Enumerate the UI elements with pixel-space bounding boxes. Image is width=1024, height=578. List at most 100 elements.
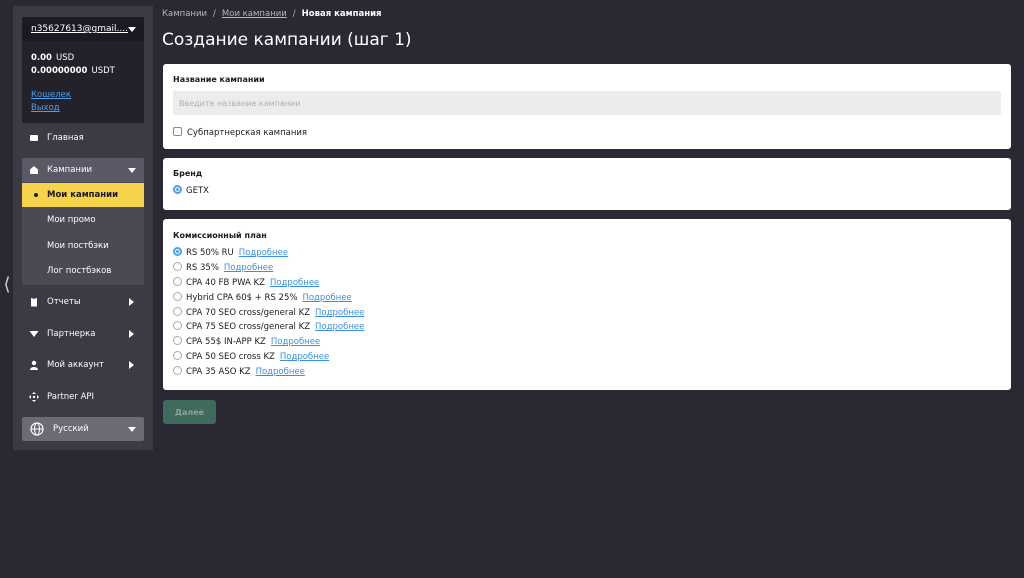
sidebar-item-my-campaigns[interactable]: Мои кампании: [22, 183, 144, 207]
sidebar-item-reports[interactable]: Отчеты: [22, 290, 144, 314]
balance-usdt: 0.00000000 USDT: [31, 66, 115, 76]
plan-more-link[interactable]: Подробнее: [270, 278, 319, 288]
plan-more-link[interactable]: Подробнее: [271, 337, 320, 347]
chevron-down-icon: [128, 27, 136, 32]
brand-label: Бренд: [173, 169, 203, 178]
sidebar-item-label: Мои промо: [47, 215, 96, 225]
sidebar-item-my-postbacks[interactable]: Мои постбэки: [22, 234, 144, 258]
sidebar-item-label: Партнерка: [47, 329, 96, 339]
language-label: Русский: [53, 424, 89, 434]
plan-name: RS 35%: [186, 263, 219, 273]
plan-more-link[interactable]: Подробнее: [239, 248, 288, 258]
move-arrows-icon: [29, 392, 39, 402]
plan-name: CPA 70 SEO cross/general KZ: [186, 308, 311, 318]
plan-row[interactable]: CPA 70 SEO cross/general KZ Подробнее: [173, 307, 364, 319]
plan-radio[interactable]: [173, 292, 182, 301]
sidebar-item-my-account[interactable]: Мой аккаунт: [22, 353, 144, 377]
sidebar-item-label: Мои кампании: [47, 190, 119, 200]
plan-radio[interactable]: [173, 336, 182, 345]
breadcrumb: Кампании / Мои кампании / Новая кампания: [162, 9, 382, 21]
sidebar-item-partnership[interactable]: Партнерка: [22, 322, 144, 346]
campaign-name-input[interactable]: [173, 91, 1001, 115]
balance-usd-currency: USD: [55, 53, 75, 63]
sidebar-item-postback-log[interactable]: Лог постбэков: [22, 259, 144, 283]
subpartner-row[interactable]: Субпартнерская кампания: [173, 127, 307, 139]
wallet-link[interactable]: Кошелек: [31, 90, 71, 100]
chevron-right-icon: [129, 298, 134, 306]
sidebar-item-label: Отчеты: [47, 297, 81, 307]
balance-usd: 0.00 USD: [31, 53, 74, 63]
collapse-sidebar-icon[interactable]: ⟨: [2, 274, 12, 296]
plan-more-link[interactable]: Подробнее: [224, 263, 273, 273]
plan-radio[interactable]: [173, 366, 182, 375]
plan-row[interactable]: CPA 55$ IN-APP KZ Подробнее: [173, 336, 320, 348]
sidebar-item-campaigns[interactable]: Кампании: [22, 158, 144, 182]
plan-radio[interactable]: [173, 262, 182, 271]
plan-name: CPA 40 FB PWA KZ: [186, 278, 265, 288]
home-card-icon: [30, 135, 38, 141]
breadcrumb-root[interactable]: Кампании: [162, 9, 207, 19]
plan-row[interactable]: CPA 75 SEO cross/general KZ Подробнее: [173, 321, 364, 333]
campaign-name-label: Название кампании: [173, 75, 265, 84]
house-icon: [30, 166, 38, 174]
plan-row[interactable]: RS 50% RU Подробнее: [173, 247, 288, 259]
breadcrumb-separator: /: [213, 9, 216, 19]
clipboard-icon: [31, 297, 37, 307]
user-icon: [30, 360, 38, 370]
plan-radio[interactable]: [173, 351, 182, 360]
sidebar-item-label: Partner API: [47, 392, 95, 402]
plan-more-link[interactable]: Подробнее: [280, 352, 329, 362]
plan-row[interactable]: RS 35% Подробнее: [173, 262, 273, 274]
plan-row[interactable]: CPA 50 SEO cross KZ Подробнее: [173, 351, 329, 363]
account-email: n35627613@gmail....: [31, 24, 128, 34]
balance-usdt-value: 0.00000000: [31, 66, 88, 76]
plan-name: CPA 35 ASO KZ: [186, 367, 251, 377]
plan-radio[interactable]: [173, 307, 182, 316]
chevron-down-icon: [128, 168, 136, 173]
balance-usd-value: 0.00: [31, 53, 52, 63]
plan-more-link[interactable]: Подробнее: [315, 308, 364, 318]
commission-plan-card: Комиссионный план RS 50% RU Подробнее RS …: [163, 219, 1011, 390]
chevron-down-icon: [128, 427, 136, 432]
chevron-right-icon: [129, 361, 134, 369]
plan-more-link[interactable]: Подробнее: [256, 367, 305, 377]
plan-radio[interactable]: [173, 247, 182, 256]
brand-radio[interactable]: [173, 185, 182, 194]
plan-row[interactable]: Hybrid CPA 60$ + RS 25% Подробнее: [173, 292, 352, 304]
account-email-dropdown[interactable]: n35627613@gmail....: [22, 17, 144, 41]
plan-more-link[interactable]: Подробнее: [315, 322, 364, 332]
plan-name: RS 50% RU: [186, 248, 234, 258]
next-button[interactable]: Далее: [163, 400, 216, 424]
commission-plan-label: Комиссионный план: [173, 231, 267, 240]
page-title: Создание кампании (шаг 1): [162, 30, 412, 50]
logout-link[interactable]: Выход: [31, 103, 60, 113]
subpartner-checkbox[interactable]: [173, 127, 182, 136]
sidebar-item-label: Мой аккаунт: [47, 360, 104, 370]
active-dot-icon: [34, 193, 38, 197]
plan-row[interactable]: CPA 35 ASO KZ Подробнее: [173, 366, 305, 378]
funnel-icon: [29, 331, 39, 337]
sidebar-item-home[interactable]: Главная: [22, 126, 144, 150]
plan-radio[interactable]: [173, 277, 182, 286]
breadcrumb-current: Новая кампания: [301, 9, 382, 19]
plan-radio[interactable]: [173, 321, 182, 330]
plan-row[interactable]: CPA 40 FB PWA KZ Подробнее: [173, 277, 319, 289]
balance-usdt-currency: USDT: [91, 66, 115, 76]
sidebar-item-my-promo[interactable]: Мои промо: [22, 208, 144, 232]
sidebar-item-label: Лог постбэков: [47, 266, 112, 276]
sidebar-item-partner-api[interactable]: Partner API: [22, 385, 144, 409]
plan-name: CPA 55$ IN-APP KZ: [186, 337, 266, 347]
account-panel: n35627613@gmail.... 0.00 USD 0.00000000 US…: [22, 17, 144, 123]
breadcrumb-separator: /: [292, 9, 296, 19]
brand-option-label: GETX: [186, 186, 209, 196]
breadcrumb-parent[interactable]: Мои кампании: [222, 9, 287, 19]
sidebar-item-label: Мои постбэки: [47, 241, 109, 251]
chevron-right-icon: [129, 330, 134, 338]
plan-name: CPA 50 SEO cross KZ: [186, 352, 275, 362]
language-select[interactable]: Русский: [22, 417, 144, 441]
subpartner-label: Субпартнерская кампания: [187, 128, 308, 138]
globe-icon: [30, 422, 44, 436]
brand-option[interactable]: GETX: [173, 185, 209, 197]
plan-name: CPA 75 SEO cross/general KZ: [186, 322, 311, 332]
plan-more-link[interactable]: Подробнее: [302, 293, 351, 303]
